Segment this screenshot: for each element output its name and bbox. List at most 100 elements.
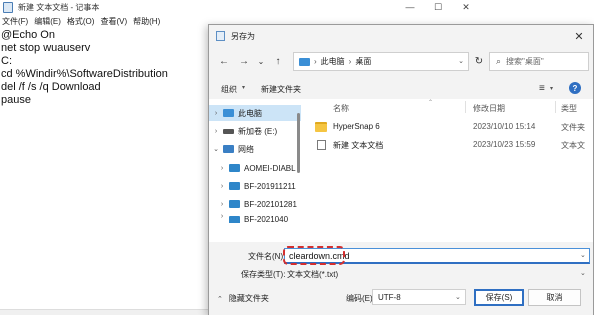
chevron-down-icon[interactable]: ⌄: [458, 57, 464, 65]
chevron-right-icon[interactable]: ›: [215, 183, 229, 190]
column-header-date[interactable]: 修改日期: [473, 103, 505, 114]
view-list-icon[interactable]: ≡: [539, 83, 545, 94]
organize-button[interactable]: 组织: [221, 84, 237, 95]
refresh-icon[interactable]: ↻: [472, 54, 486, 68]
text-line: C:: [1, 55, 12, 67]
filetype-label: 保存类型(T):: [241, 270, 286, 279]
tree-item-label: BF-201911211: [244, 181, 296, 191]
menu-view[interactable]: 查看(V): [98, 16, 131, 27]
chevron-down-icon[interactable]: ▾: [550, 85, 553, 92]
browser-body: › 此电脑 › 新加卷 (E:) ⌄ 网络 › AOMEI-DIABL › BF…: [209, 99, 593, 242]
pc-icon: [299, 57, 310, 66]
file-type: 文本文: [561, 141, 585, 150]
dialog-title: 另存为: [231, 31, 255, 41]
file-type: 文件夹: [561, 123, 585, 132]
recent-locations-chevron-down-icon[interactable]: ⌄: [254, 54, 268, 68]
network-icon: [223, 145, 234, 153]
pc-icon: [223, 109, 234, 117]
chevron-right-icon[interactable]: ›: [209, 110, 223, 117]
encoding-select[interactable]: UTF-8: [372, 289, 466, 305]
computer-icon: [229, 216, 240, 223]
back-arrow-icon[interactable]: ←: [217, 54, 231, 68]
notepad-titlebar: 新建 文本文档 - 记事本 — ☐ ✕: [0, 0, 480, 14]
text-line: @Echo On: [1, 29, 55, 41]
breadcrumb-separator: ›: [314, 57, 317, 66]
search-input[interactable]: ⌕ 搜索"桌面": [489, 52, 589, 71]
forward-arrow-icon[interactable]: →: [237, 54, 251, 68]
help-icon[interactable]: ?: [569, 82, 581, 94]
text-line: pause: [1, 94, 31, 106]
chevron-down-icon[interactable]: ⌄: [580, 251, 586, 259]
menu-format[interactable]: 格式(O): [65, 16, 99, 27]
up-arrow-icon[interactable]: ↑: [271, 54, 285, 68]
chevron-up-icon: ⌃: [217, 295, 223, 303]
breadcrumb-desktop[interactable]: 桌面: [355, 56, 371, 67]
dialog-footer: 文件名(N): ⌄ 保存类型(T): 文本文档(*.txt) ⌄ ⌃ 隐藏文件夹…: [209, 242, 593, 315]
tree-item-computer[interactable]: › BF-201911211: [209, 178, 301, 194]
chevron-right-icon[interactable]: ›: [215, 165, 229, 172]
filename-input[interactable]: [284, 248, 590, 264]
tree-item-computer[interactable]: › BF-2021040: [209, 213, 301, 223]
notepad-window-controls: — ☐ ✕: [396, 0, 480, 14]
notepad-menubar: 文件(F) 编辑(E) 格式(O) 查看(V) 帮助(H): [0, 15, 164, 27]
column-divider[interactable]: [465, 101, 466, 113]
tree-item-this-pc[interactable]: › 此电脑: [209, 105, 301, 121]
sort-up-icon: ⌃: [428, 100, 434, 106]
drive-icon: [223, 128, 234, 134]
computer-icon: [229, 182, 240, 190]
tree-item-label: AOMEI-DIABL: [244, 163, 296, 173]
file-row[interactable]: 新建 文本文档 2023/10/23 15:59 文本文: [305, 137, 593, 153]
chevron-down-icon[interactable]: ▾: [242, 84, 245, 91]
file-list: ⌃ 名称 修改日期 类型 HyperSnap 6 2023/10/10 15:1…: [305, 99, 593, 242]
notepad-icon: [3, 1, 13, 13]
column-divider[interactable]: [555, 101, 556, 113]
notepad-text-area[interactable]: @Echo On net stop wuauserv C: cd %Windir…: [1, 29, 168, 107]
tree-item-computer[interactable]: › BF-202101281: [209, 196, 301, 212]
hide-folders-toggle[interactable]: ⌃ 隐藏文件夹: [217, 293, 269, 304]
text-line: net stop wuauserv: [1, 42, 91, 54]
file-row[interactable]: HyperSnap 6 2023/10/10 15:14 文件夹: [305, 119, 593, 135]
navigation-tree: › 此电脑 › 新加卷 (E:) ⌄ 网络 › AOMEI-DIABL › BF…: [209, 99, 301, 242]
column-header-type[interactable]: 类型: [561, 103, 577, 114]
dialog-titlebar: 另存为 ✕: [209, 25, 593, 47]
computer-icon: [229, 164, 240, 172]
chevron-down-icon[interactable]: ⌄: [455, 293, 461, 301]
tree-item-computer[interactable]: › AOMEI-DIABL: [209, 160, 301, 176]
chevron-right-icon[interactable]: ›: [209, 128, 223, 135]
file-name: HyperSnap 6: [333, 122, 380, 131]
text-line: del /f /s /q Download: [1, 81, 101, 93]
address-bar[interactable]: › 此电脑 › 桌面 ⌄: [293, 52, 469, 71]
cancel-button[interactable]: 取消: [528, 289, 581, 306]
encoding-label: 编码(E):: [346, 294, 375, 303]
dialog-close-button[interactable]: ✕: [569, 27, 589, 45]
hide-folders-label: 隐藏文件夹: [228, 294, 269, 303]
menu-file[interactable]: 文件(F): [0, 16, 32, 27]
breadcrumb-separator: ›: [348, 57, 352, 66]
tree-item-label: BF-2021040: [244, 215, 289, 223]
chevron-down-icon[interactable]: ⌄: [209, 145, 223, 153]
text-line: cd %Windir%\SoftwareDistribution: [1, 68, 168, 80]
maximize-button[interactable]: ☐: [424, 0, 452, 14]
chevron-right-icon[interactable]: ›: [215, 213, 229, 220]
save-button[interactable]: 保存(S): [474, 289, 524, 306]
column-header-name[interactable]: 名称: [333, 103, 349, 114]
tree-item-drive-e[interactable]: › 新加卷 (E:): [209, 123, 301, 139]
menu-help[interactable]: 帮助(H): [131, 16, 164, 27]
chevron-down-icon[interactable]: ⌄: [580, 269, 586, 277]
filetype-select[interactable]: 文本文档(*.txt): [287, 269, 338, 280]
tree-item-network[interactable]: ⌄ 网络: [209, 141, 301, 157]
menu-edit[interactable]: 编辑(E): [32, 16, 65, 27]
save-dialog-icon: [216, 31, 225, 41]
chevron-right-icon[interactable]: ›: [215, 201, 229, 208]
minimize-button[interactable]: —: [396, 0, 424, 14]
breadcrumb-this-pc[interactable]: 此电脑: [321, 56, 345, 67]
tree-item-label: 新加卷 (E:): [238, 126, 278, 136]
close-button[interactable]: ✕: [452, 0, 480, 14]
file-date: 2023/10/10 15:14: [473, 122, 536, 131]
tree-scrollbar[interactable]: [297, 113, 300, 173]
folder-icon: [315, 122, 327, 132]
navigation-row: ← → ⌄ ↑ › 此电脑 › 桌面 ⌄ ↻ ⌕ 搜索"桌面": [209, 49, 593, 75]
new-folder-button[interactable]: 新建文件夹: [261, 84, 301, 95]
computer-icon: [229, 200, 240, 208]
tree-item-label: BF-202101281: [244, 199, 297, 209]
